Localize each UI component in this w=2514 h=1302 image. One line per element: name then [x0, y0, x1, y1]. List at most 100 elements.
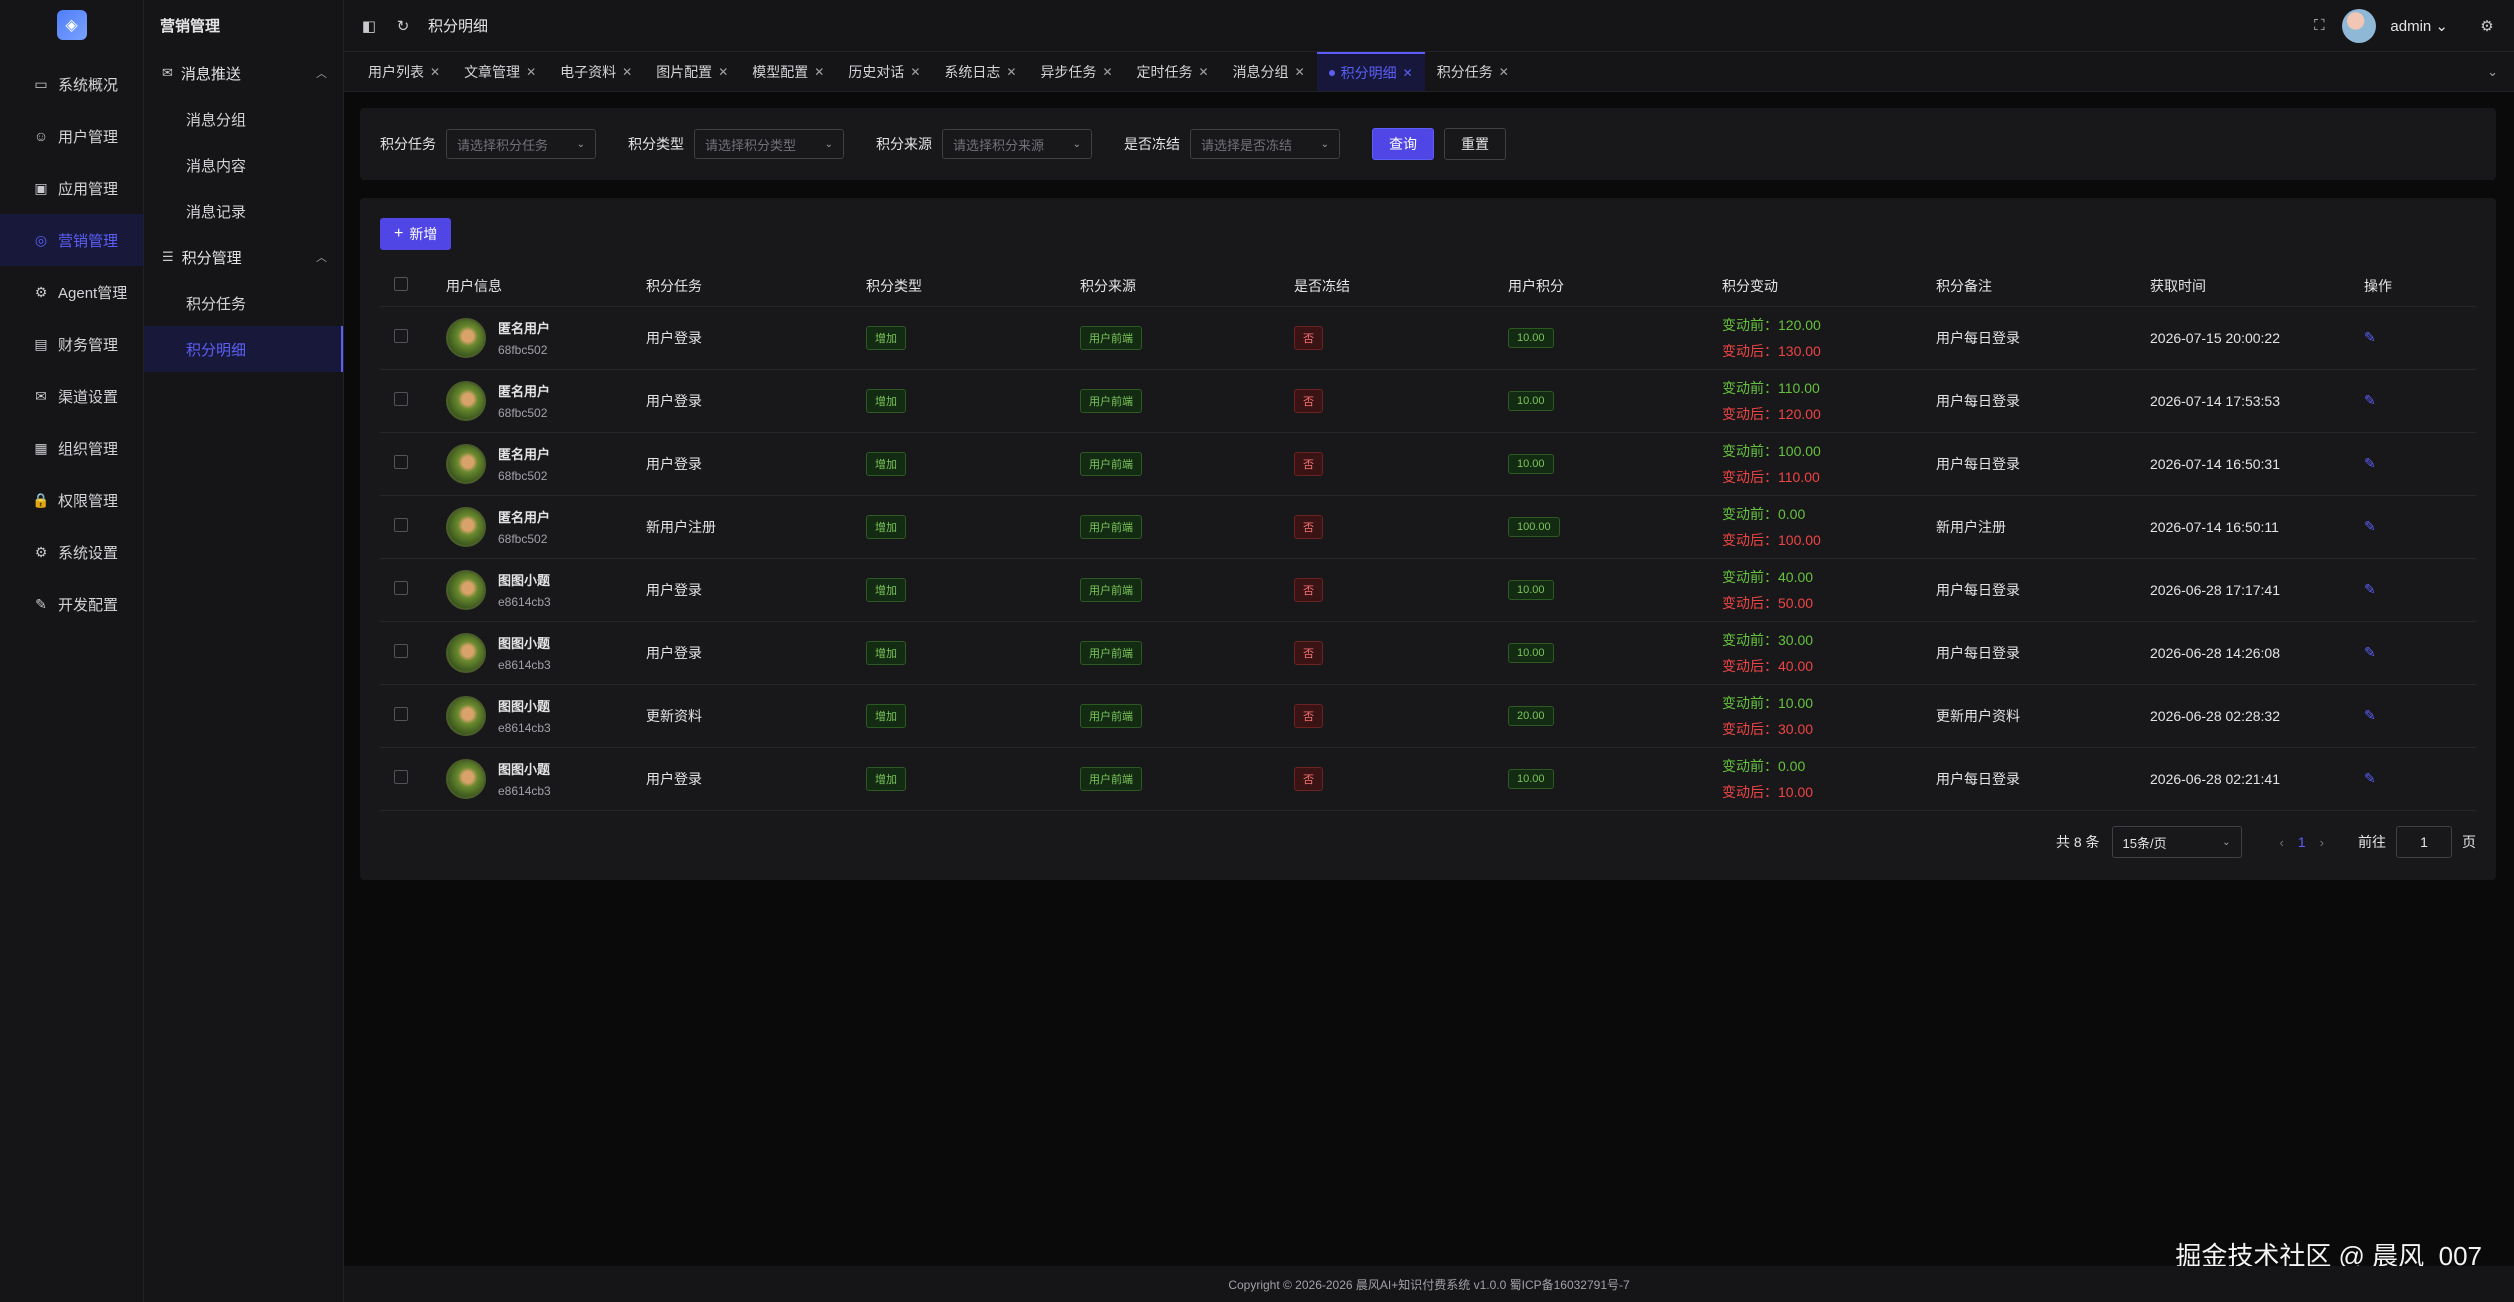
- action-cell: ✎: [2364, 684, 2476, 748]
- rail-item-4[interactable]: ⚙ Agent管理: [0, 266, 143, 318]
- add-button[interactable]: + 新增: [380, 218, 452, 250]
- row-checkbox[interactable]: [394, 518, 408, 532]
- tab-item[interactable]: 消息分组 ✕: [1221, 52, 1317, 91]
- app-logo[interactable]: ◈: [56, 10, 87, 40]
- edit-icon[interactable]: ✎: [2364, 518, 2376, 534]
- submenu-item[interactable]: 消息内容: [144, 142, 343, 188]
- close-icon[interactable]: ✕: [430, 65, 440, 79]
- row-checkbox[interactable]: [394, 770, 408, 784]
- tab-item[interactable]: 用户列表 ✕: [356, 52, 452, 91]
- submenu-group-points[interactable]: ☰ 积分管理 ︿: [144, 234, 343, 280]
- rail-item-3[interactable]: ◎ 营销管理: [0, 214, 143, 266]
- close-icon[interactable]: ✕: [910, 65, 920, 79]
- change-before: 变动前：30.00: [1722, 630, 1936, 650]
- before-prefix: 变动前：: [1722, 694, 1778, 711]
- monitor-icon: ▭: [34, 75, 48, 92]
- mail-icon: ✉: [162, 65, 173, 80]
- rail-item-10[interactable]: ✎ 开发配置: [0, 578, 143, 630]
- filter-task-select[interactable]: 请选择积分任务 ⌄: [446, 129, 596, 159]
- filter-type-select[interactable]: 请选择积分类型 ⌄: [694, 129, 844, 159]
- edit-icon[interactable]: ✎: [2364, 455, 2376, 471]
- change-after: 变动后：30.00: [1722, 719, 1936, 739]
- tab-item[interactable]: 文章管理 ✕: [452, 52, 548, 91]
- collapse-sidebar-icon[interactable]: ◧: [360, 17, 378, 35]
- fullscreen-icon[interactable]: ⛶: [2310, 17, 2328, 35]
- next-page-icon[interactable]: ›: [2320, 835, 2324, 850]
- close-icon[interactable]: ✕: [1499, 65, 1509, 79]
- submenu-group-message-push[interactable]: ✉ 消息推送 ︿: [144, 50, 343, 96]
- edit-icon[interactable]: ✎: [2364, 392, 2376, 408]
- tab-item[interactable]: 图片配置 ✕: [644, 52, 740, 91]
- filter-source-select[interactable]: 请选择积分来源 ⌄: [942, 129, 1092, 159]
- close-icon[interactable]: ✕: [814, 65, 824, 79]
- change-before: 变动前：110.00: [1722, 378, 1936, 398]
- rail-item-1[interactable]: ☺ 用户管理: [0, 110, 143, 162]
- source-tag: 用户前端: [1080, 640, 1142, 665]
- submenu-item[interactable]: 积分明细: [144, 326, 343, 372]
- chevron-down-icon: ⌄: [1320, 138, 1329, 150]
- close-icon[interactable]: ✕: [526, 65, 536, 79]
- submenu-item[interactable]: 消息分组: [144, 96, 343, 142]
- user-name: 匿名用户: [498, 384, 551, 399]
- rail-item-7[interactable]: ▦ 组织管理: [0, 422, 143, 474]
- tab-item[interactable]: 模型配置 ✕: [740, 52, 836, 91]
- tab-item[interactable]: 异步任务 ✕: [1028, 52, 1124, 91]
- close-icon[interactable]: ✕: [1006, 65, 1016, 79]
- tab-item[interactable]: 历史对话 ✕: [836, 52, 932, 91]
- edit-icon[interactable]: ✎: [2364, 581, 2376, 597]
- row-checkbox[interactable]: [394, 329, 408, 343]
- row-checkbox[interactable]: [394, 581, 408, 595]
- user-id: 68fbc502: [498, 532, 548, 546]
- frozen-tag: 否: [1294, 325, 1323, 350]
- filter-frozen-select[interactable]: 请选择是否冻结 ⌄: [1190, 129, 1340, 159]
- row-checkbox[interactable]: [394, 455, 408, 469]
- user-cell: 图图小题 e8614cb3: [446, 621, 646, 685]
- select-all-checkbox[interactable]: [394, 277, 408, 292]
- avatar[interactable]: [2342, 8, 2377, 43]
- change-before: 变动前：0.00: [1722, 756, 1936, 776]
- frozen-cell: 否: [1294, 684, 1508, 748]
- rail-item-5[interactable]: ▤ 财务管理: [0, 318, 143, 370]
- tab-item[interactable]: 积分明细 ✕: [1316, 52, 1425, 91]
- refresh-icon[interactable]: ↻: [394, 17, 412, 35]
- settings-gear-icon[interactable]: ⚙: [2478, 17, 2496, 35]
- rail-item-8[interactable]: 🔒 权限管理: [0, 474, 143, 526]
- query-button[interactable]: 查询: [1372, 128, 1434, 160]
- submenu-item[interactable]: 积分任务: [144, 280, 343, 326]
- rail-item-9[interactable]: ⚙ 系统设置: [0, 526, 143, 578]
- close-icon[interactable]: ✕: [1295, 65, 1305, 79]
- points-tag: 20.00: [1508, 705, 1554, 726]
- close-icon[interactable]: ✕: [1199, 65, 1209, 79]
- goto-input[interactable]: 1: [2396, 826, 2452, 858]
- row-checkbox[interactable]: [394, 707, 408, 721]
- page-size-select[interactable]: 15条/页 ⌄: [2111, 826, 2242, 858]
- edit-icon[interactable]: ✎: [2364, 707, 2376, 723]
- chevron-down-icon[interactable]: ⌄: [2487, 52, 2514, 91]
- prev-page-icon[interactable]: ‹: [2280, 835, 2284, 850]
- row-checkbox[interactable]: [394, 392, 408, 406]
- submenu-item[interactable]: 消息记录: [144, 188, 343, 234]
- action-cell: ✎: [2364, 495, 2476, 559]
- close-icon[interactable]: ✕: [718, 65, 728, 79]
- edit-icon[interactable]: ✎: [2364, 329, 2376, 345]
- row-checkbox[interactable]: [394, 644, 408, 658]
- close-icon[interactable]: ✕: [1403, 66, 1413, 80]
- tab-item[interactable]: 电子资料 ✕: [548, 52, 644, 91]
- edit-icon[interactable]: ✎: [2364, 770, 2376, 786]
- points-cell: 10.00: [1508, 558, 1722, 622]
- rail-item-2[interactable]: ▣ 应用管理: [0, 162, 143, 214]
- user-menu[interactable]: admin ⌄: [2390, 17, 2448, 35]
- reset-button[interactable]: 重置: [1444, 128, 1506, 160]
- rail-item-0[interactable]: ▭ 系统概况: [0, 58, 143, 110]
- close-icon[interactable]: ✕: [622, 65, 632, 79]
- close-icon[interactable]: ✕: [1102, 65, 1112, 79]
- after-value: 100.00: [1778, 531, 1821, 548]
- edit-icon[interactable]: ✎: [2364, 644, 2376, 660]
- tab-item[interactable]: 系统日志 ✕: [932, 52, 1028, 91]
- column-header: 积分备注: [1936, 266, 2150, 307]
- tab-item[interactable]: 积分任务 ✕: [1425, 52, 1521, 91]
- after-value: 110.00: [1778, 468, 1820, 485]
- rail-item-6[interactable]: ✉ 渠道设置: [0, 370, 143, 422]
- tab-item[interactable]: 定时任务 ✕: [1125, 52, 1221, 91]
- page-number[interactable]: 1: [2298, 834, 2306, 850]
